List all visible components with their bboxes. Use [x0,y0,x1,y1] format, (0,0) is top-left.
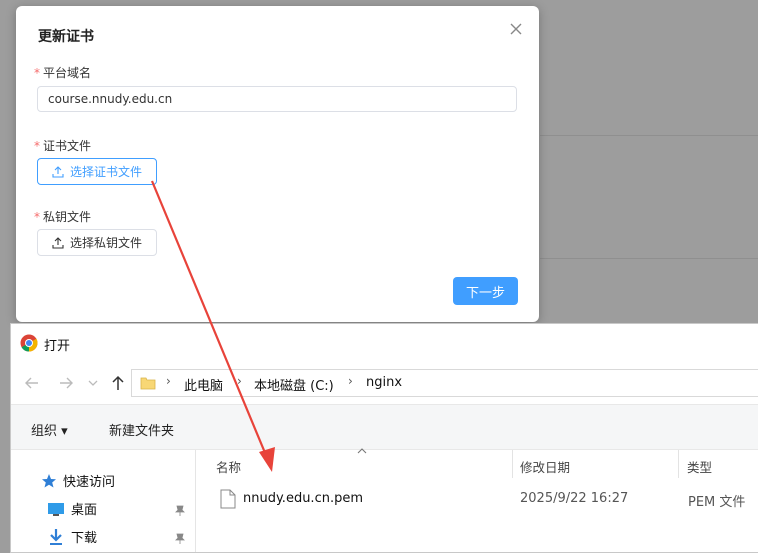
dialog-sidebar: 快速访问 桌面 下载 [11,450,196,552]
file-type: PEM 文件 [688,495,746,510]
new-folder-button[interactable]: 新建文件夹 [109,420,174,439]
dialog-title: 打开 [44,339,71,354]
select-cert-button[interactable]: 选择证书文件 [37,158,157,185]
column-header-type[interactable]: 类型 [687,457,712,476]
cert-label: * 证书文件 [34,137,91,154]
file-icon [220,489,236,509]
sidebar-item-label: 下载 [71,531,98,546]
select-cert-label: 选择证书文件 [69,165,142,179]
up-arrow-icon[interactable] [109,374,127,392]
breadcrumb-separator: › [237,374,242,388]
back-arrow-icon[interactable] [23,374,41,392]
next-button[interactable]: 下一步 [453,277,518,305]
update-cert-modal: 更新证书 * 平台域名 course.nnudy.edu.cn * 证书文件 选择证… [16,6,539,322]
domain-input[interactable]: course.nnudy.edu.cn [37,86,517,112]
key-label-text: 私钥文件 [43,210,92,224]
file-row[interactable]: nnudy.edu.cn.pem 2025/9/22 16:27 PEM 文件 [214,486,758,516]
address-bar[interactable]: › 此电脑 › 本地磁盘 (C:) › nginx [131,369,758,397]
desktop-icon [48,502,64,516]
sidebar-item-downloads[interactable]: 下载 [47,527,97,546]
required-mark: * [34,66,40,80]
breadcrumb-separator: › [166,374,171,388]
dialog-titlebar: 打开 [11,324,758,362]
domain-label-text: 平台域名 [43,66,92,80]
organize-menu[interactable]: 组织 ▾ [31,420,68,439]
pin-icon[interactable] [174,504,186,516]
breadcrumb-separator: › [348,374,353,388]
key-label: * 私钥文件 [34,208,91,225]
close-icon[interactable] [507,20,525,38]
folder-icon [140,377,156,390]
sort-up-icon[interactable] [356,447,368,455]
sidebar-item-label: 桌面 [71,503,98,518]
column-header-name[interactable]: 名称 [216,457,241,476]
required-mark: * [34,210,40,224]
required-mark: * [34,139,40,153]
dialog-toolbar: 组织 ▾ 新建文件夹 [11,404,758,450]
cert-label-text: 证书文件 [43,139,92,153]
sidebar-item-label: 快速访问 [63,475,116,490]
pin-icon[interactable] [174,532,186,544]
nav-bar: › 此电脑 › 本地磁盘 (C:) › nginx [11,362,758,404]
domain-label: * 平台域名 [34,64,91,81]
modal-title: 更新证书 [38,29,94,45]
breadcrumb-item[interactable]: 本地磁盘 (C:) [254,375,334,394]
chrome-icon [20,334,38,352]
select-key-button[interactable]: 选择私钥文件 [37,229,157,256]
upload-icon [52,236,64,249]
star-icon [42,473,56,487]
select-key-label: 选择私钥文件 [69,236,142,250]
file-list: 名称 修改日期 类型 nnudy.edu.cn.pem 2025/9/22 16… [196,447,758,552]
file-open-dialog: 打开 › 此电脑 › 本地磁盘 (C:) › nginx 组织 ▾ 新建文件夹 [10,323,758,553]
breadcrumb-item[interactable]: 此电脑 [184,375,223,394]
file-modified: 2025/9/22 16:27 [520,491,629,506]
sidebar-item-desktop[interactable]: 桌面 [47,499,97,518]
chevron-down-icon[interactable] [87,374,99,392]
download-icon [50,528,62,545]
upload-icon [52,165,64,178]
breadcrumb-item[interactable]: nginx [366,375,402,390]
sidebar-item-quick-access[interactable]: 快速访问 [41,471,115,490]
forward-arrow-icon[interactable] [57,374,75,392]
file-name: nnudy.edu.cn.pem [243,491,363,506]
column-header-modified[interactable]: 修改日期 [520,457,570,476]
